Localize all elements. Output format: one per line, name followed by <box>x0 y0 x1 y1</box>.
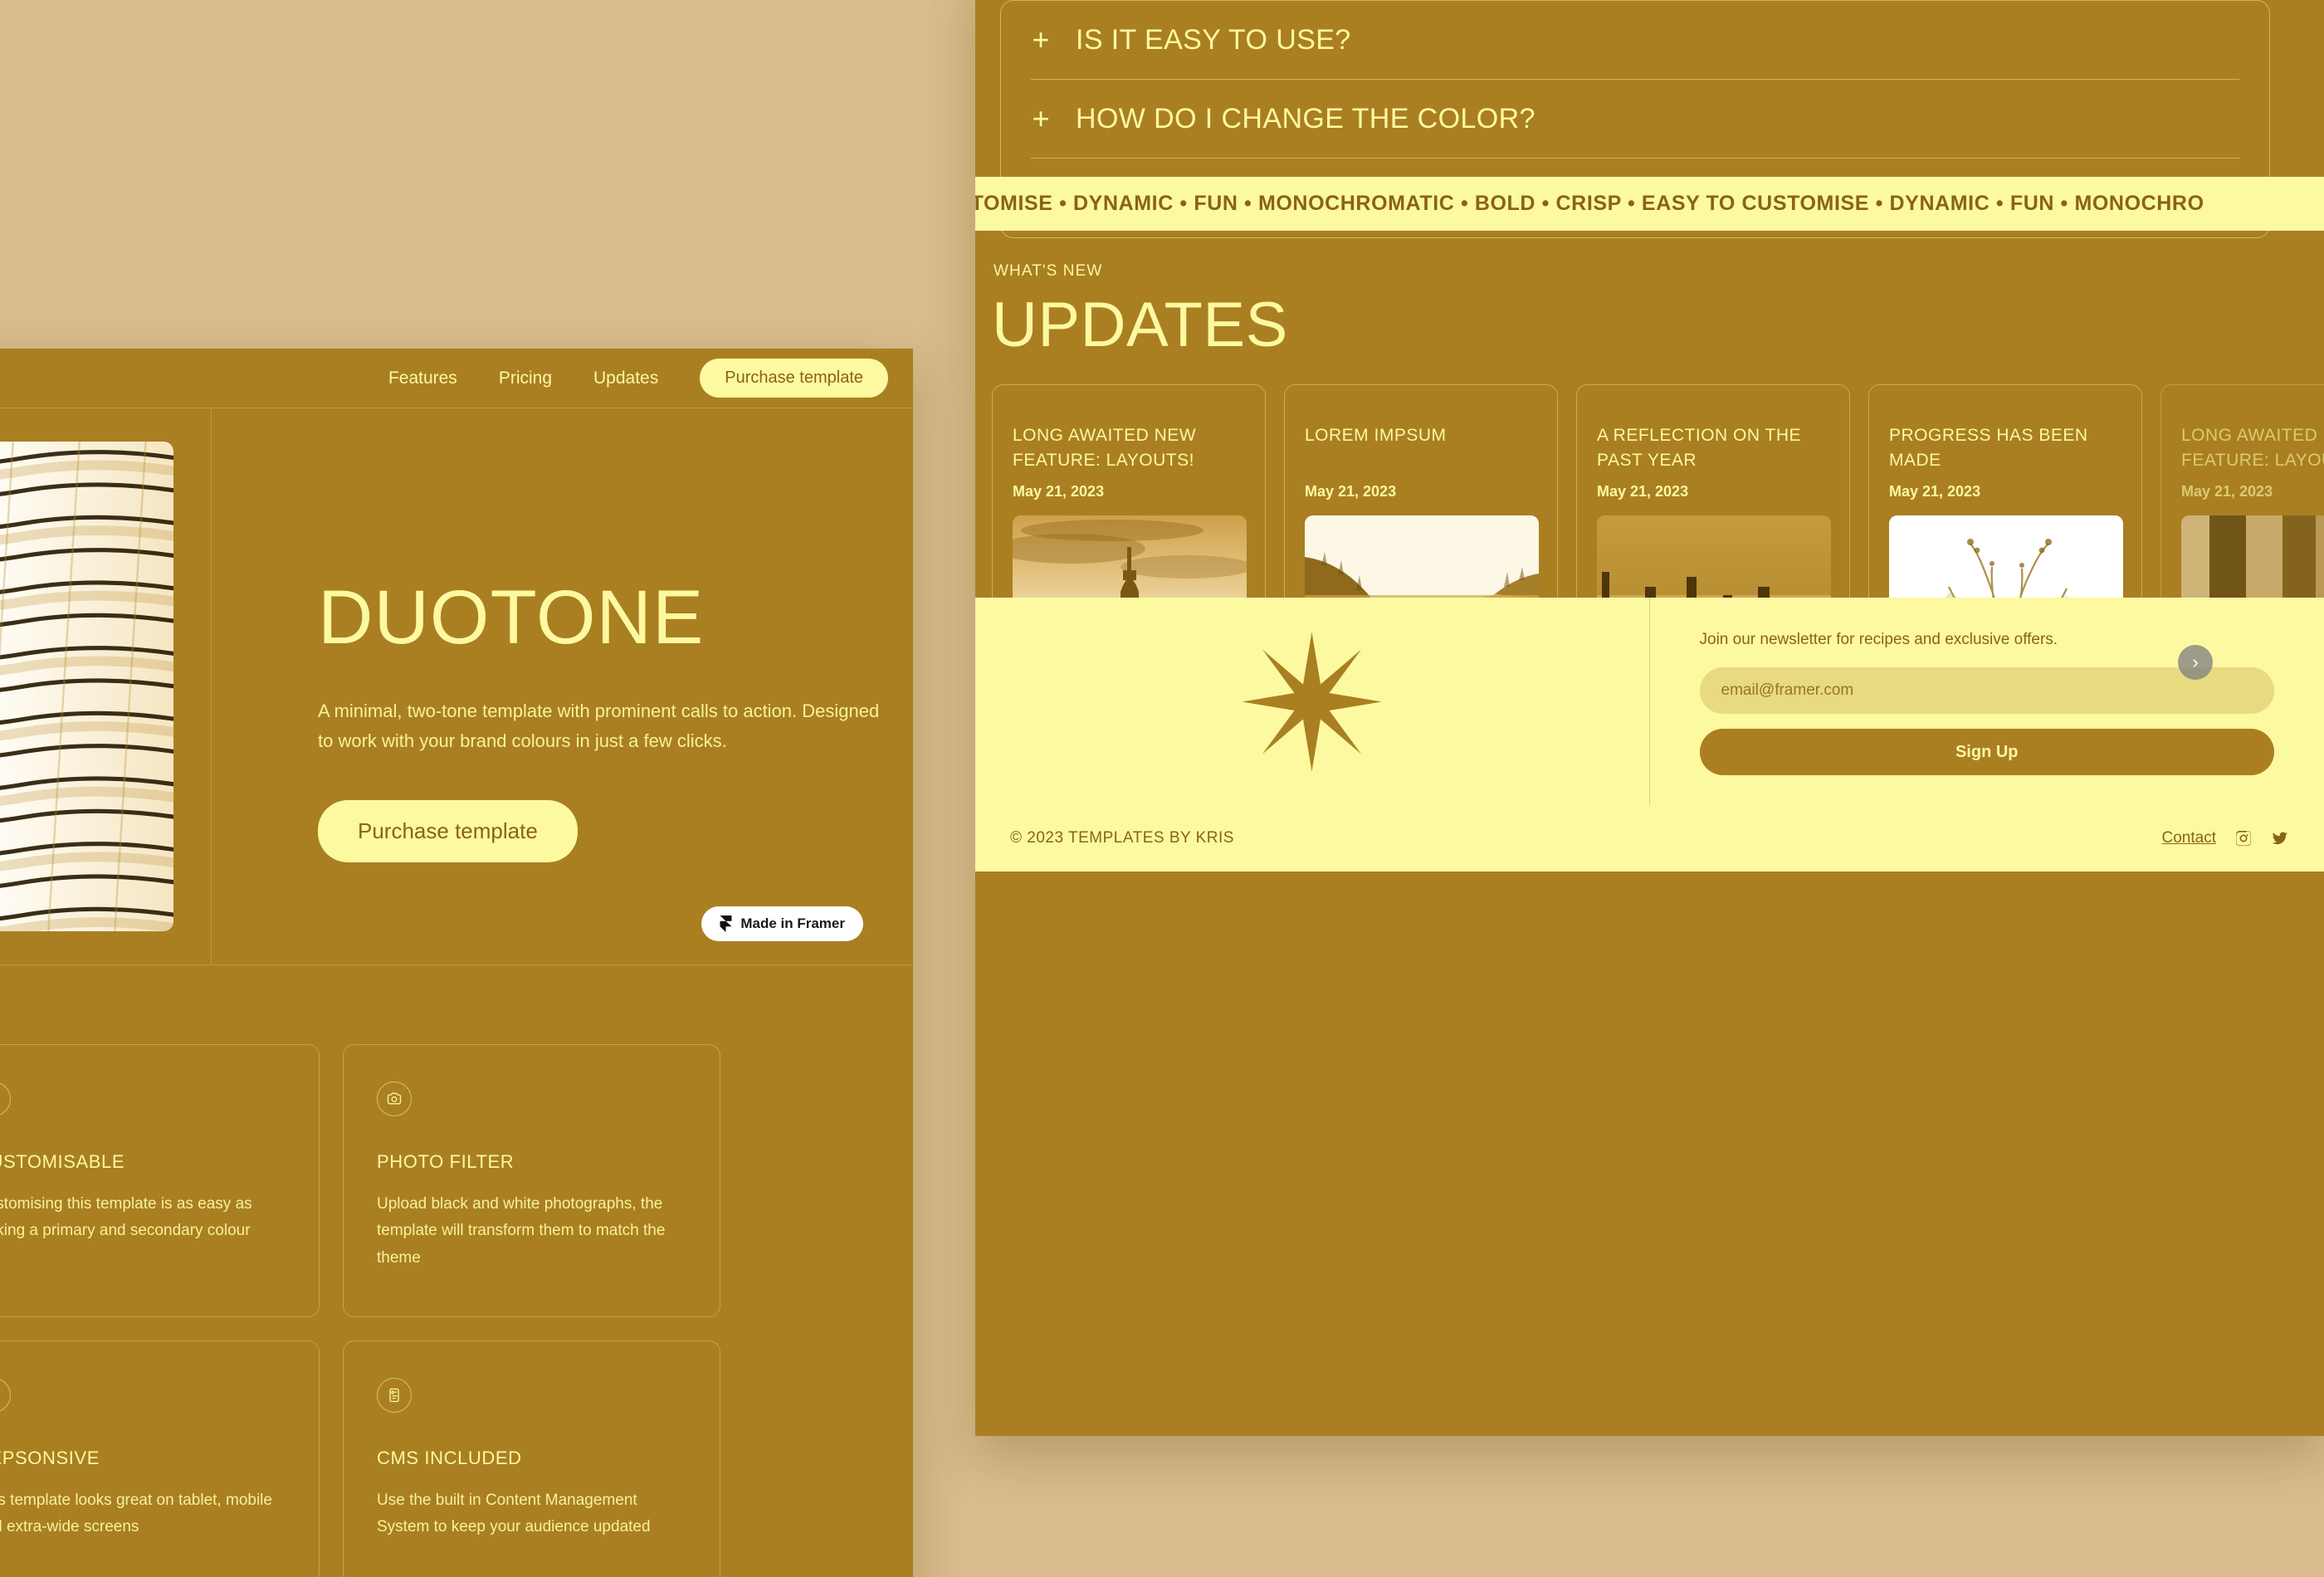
feature-card-customisable: CUSTOMISABLE Customising this template i… <box>0 1044 320 1317</box>
lightbulb-icon <box>0 1081 11 1116</box>
plus-icon: + <box>1032 22 1050 56</box>
card-date: May 21, 2023 <box>1889 483 1981 500</box>
card-title: LOREM IMPSUM <box>1305 426 1447 445</box>
site-navbar: Features Pricing Updates Purchase templa… <box>0 349 913 408</box>
carousel-next-button[interactable]: › <box>2178 645 2213 680</box>
feature-title: CUSTOMISABLE <box>0 1151 125 1172</box>
card-date: May 21, 2023 <box>1597 483 1689 500</box>
woven-texture-image <box>0 442 173 931</box>
footer-links: Contact <box>2162 829 2289 847</box>
hero-image-column <box>0 408 212 964</box>
page-title: UPDATES <box>992 290 1288 360</box>
made-in-framer-badge[interactable]: Made in Framer <box>701 906 863 941</box>
footer-bar: © 2023 TEMPLATES BY KRIS Contact <box>975 805 2324 872</box>
purchase-template-nav-button[interactable]: Purchase template <box>700 359 888 398</box>
feature-body: Upload black and white photographs, the … <box>377 1195 666 1267</box>
eight-point-star-icon <box>1242 632 1382 771</box>
plus-icon: + <box>1032 101 1050 135</box>
hero-subtitle: A minimal, two-tone template with promin… <box>318 701 880 752</box>
signup-button[interactable]: Sign Up <box>1699 729 2274 775</box>
purchase-template-hero-button[interactable]: Purchase template <box>318 799 578 862</box>
nav-link-pricing[interactable]: Pricing <box>499 369 552 388</box>
newsletter-section: Join our newsletter for recipes and excl… <box>975 598 2324 805</box>
camera-icon <box>377 1081 412 1116</box>
marquee-text: CUSTOMISE • DYNAMIC • FUN • MONOCHROMATI… <box>975 192 2204 215</box>
card-title: LONG AWAITED NEW FEATURE: LAYOUTS! <box>1013 426 1197 471</box>
faq-item[interactable]: + IS IT EASY TO USE? <box>1031 1 2239 80</box>
card-date: May 21, 2023 <box>2181 483 2273 500</box>
instagram-icon[interactable] <box>2234 829 2253 847</box>
hero-section: DUOTONE A minimal, two-tone template wit… <box>0 408 913 964</box>
feature-body: This template looks great on tablet, mob… <box>0 1491 272 1536</box>
faq-question: IS IT EASY TO USE? <box>1076 23 1351 56</box>
cms-icon <box>377 1377 412 1413</box>
feature-body: Customising this template is as easy as … <box>0 1195 252 1240</box>
features-grid: CUSTOMISABLE Customising this template i… <box>0 964 913 1577</box>
card-title: LONG AWAITED NEW FEATURE: LAYOUTS! <box>2181 426 2324 471</box>
screenshot-stage: + IS IT EASY TO USE? + HOW DO I CHANGE T… <box>0 0 2324 1577</box>
device-icon <box>0 1377 11 1413</box>
feature-title: CMS INCLUDED <box>377 1447 522 1468</box>
framer-logo-icon <box>720 915 732 932</box>
feature-title: REPSONSIVE <box>0 1447 100 1468</box>
card-title: A REFLECTION ON THE PAST YEAR <box>1597 426 1801 471</box>
hero-text-column: DUOTONE A minimal, two-tone template wit… <box>212 408 913 964</box>
feature-card-photo-filter: PHOTO FILTER Upload black and white phot… <box>343 1044 720 1317</box>
badge-label: Made in Framer <box>740 915 845 931</box>
copyright-text: © 2023 TEMPLATES BY KRIS <box>1010 829 1234 847</box>
chevron-right-icon: › <box>2192 652 2199 672</box>
newsletter-form: Join our newsletter for recipes and excl… <box>1650 598 2324 805</box>
newsletter-graphic <box>975 598 1650 805</box>
card-title: PROGRESS HAS BEEN MADE <box>1889 426 2088 471</box>
left-browser-window: Features Pricing Updates Purchase templa… <box>0 349 913 1577</box>
faq-question: HOW DO I CHANGE THE COLOR? <box>1076 102 1536 134</box>
updates-section: WHAT'S NEW UPDATES LONG AWAITED NEW FEAT… <box>975 231 2324 756</box>
section-eyebrow: WHAT'S NEW <box>994 262 1103 280</box>
card-date: May 21, 2023 <box>1305 483 1397 500</box>
hero-title: DUOTONE <box>318 575 705 660</box>
marquee-strip: CUSTOMISE • DYNAMIC • FUN • MONOCHROMATI… <box>975 177 2324 231</box>
nav-link-updates[interactable]: Updates <box>593 369 658 388</box>
nav-link-features[interactable]: Features <box>388 369 457 388</box>
right-browser-window: + IS IT EASY TO USE? + HOW DO I CHANGE T… <box>975 0 2324 1436</box>
feature-body: Use the built in Content Management Syst… <box>377 1491 651 1536</box>
card-date: May 21, 2023 <box>1013 483 1105 500</box>
twitter-icon[interactable] <box>2271 829 2289 847</box>
contact-link[interactable]: Contact <box>2162 829 2216 847</box>
feature-card-responsive: REPSONSIVE This template looks great on … <box>0 1340 320 1577</box>
feature-title: PHOTO FILTER <box>377 1151 515 1172</box>
faq-item[interactable]: + HOW DO I CHANGE THE COLOR? <box>1031 80 2239 159</box>
feature-card-cms: CMS INCLUDED Use the built in Content Ma… <box>343 1340 720 1577</box>
